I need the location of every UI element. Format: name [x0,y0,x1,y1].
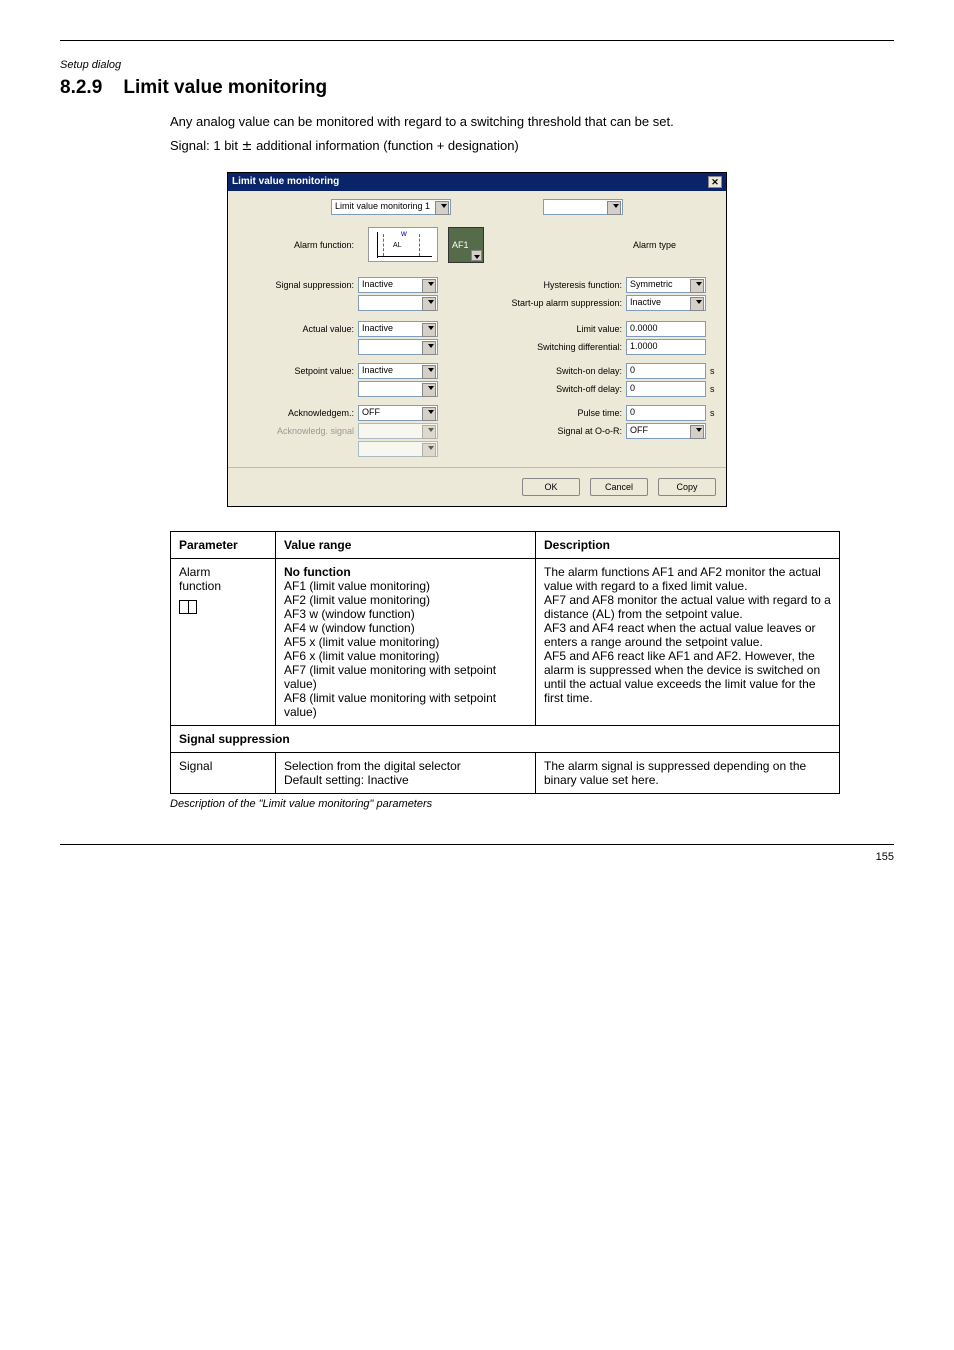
switch-on-delay-label: Switch-on delay: [485,366,626,376]
row-alarm-function: Alarm function No function AF1 (limit va… [171,558,840,725]
section-title: Limit value monitoring [123,77,327,98]
alarm-type-label: Alarm type [633,240,676,250]
ack-signal-label: Acknowledg. signal [238,426,358,436]
signal-oor-label: Signal at O-o-R: [485,426,626,436]
intro-sub: Signal: 1 bit ± additional information (… [60,138,894,154]
cancel-button[interactable]: Cancel [590,478,648,496]
th-parameter: Parameter [171,531,276,558]
signal-suppression-label: Signal suppression: [238,280,358,290]
actual-value-aux-dropdown[interactable] [358,339,438,355]
acknowledgement-label: Acknowledgem.: [238,408,358,418]
ok-button[interactable]: OK [522,478,580,496]
limit-value-input[interactable]: 0.0000 [626,321,706,337]
hysteresis-function-label: Hysteresis function: [485,280,626,290]
limit-value-monitoring-dialog: Limit value monitoring ✕ Limit value mon… [227,172,727,507]
breadcrumb: Setup dialog [60,59,894,71]
actual-value-label: Actual value: [238,324,358,334]
switching-differential-label: Switching differential: [485,342,626,352]
plus-minus: ± [242,139,253,154]
instance-aux-dropdown[interactable] [543,199,623,215]
startup-suppression-label: Start-up alarm suppression: [485,298,626,308]
switch-on-delay-input[interactable]: 0 [626,363,706,379]
book-icon [179,600,197,614]
dialog-titlebar: Limit value monitoring ✕ [228,173,726,191]
th-range: Value range [276,531,536,558]
dialog-title: Limit value monitoring [232,176,339,187]
switching-differential-input[interactable]: 1.0000 [626,339,706,355]
signal-oor-dropdown[interactable]: OFF [626,423,706,439]
limit-value-label: Limit value: [485,324,626,334]
alarm-function-graphic: w AL [368,227,438,262]
section-heading: 8.2.9 Limit value monitoring [60,77,894,99]
setpoint-value-aux-dropdown[interactable] [358,381,438,397]
signal-suppression-aux-dropdown[interactable] [358,295,438,311]
section-number: 8.2.9 [60,77,102,98]
alarm-function-label: Alarm function: [238,240,358,250]
setpoint-value-label: Setpoint value: [238,366,358,376]
alarm-function-selector[interactable]: AF1 [448,227,484,263]
ack-signal-aux-dropdown [358,441,438,457]
intro-text: Any analog value can be monitored with r… [60,113,894,132]
row-subheader-signal-suppression: Signal suppression [171,725,840,752]
row-signal: Signal Selection from the digital select… [171,752,840,793]
actual-value-dropdown[interactable]: Inactive [358,321,438,337]
signal-suppression-dropdown[interactable]: Inactive [358,277,438,293]
pulse-time-input[interactable]: 0 [626,405,706,421]
pulse-time-label: Pulse time: [485,408,626,418]
acknowledgement-dropdown[interactable]: OFF [358,405,438,421]
instance-dropdown[interactable]: Limit value monitoring 1 [331,199,451,215]
ack-signal-dropdown [358,423,438,439]
th-description: Description [536,531,840,558]
parameter-table: Parameter Value range Description Alarm … [170,531,840,794]
setpoint-value-dropdown[interactable]: Inactive [358,363,438,379]
hysteresis-function-dropdown[interactable]: Symmetric [626,277,706,293]
switch-off-delay-label: Switch-off delay: [485,384,626,394]
table-continuation-note: Description of the "Limit value monitori… [170,798,894,810]
close-icon[interactable]: ✕ [708,176,722,188]
page-number: 155 [876,851,894,863]
copy-button[interactable]: Copy [658,478,716,496]
switch-off-delay-input[interactable]: 0 [626,381,706,397]
startup-suppression-dropdown[interactable]: Inactive [626,295,706,311]
